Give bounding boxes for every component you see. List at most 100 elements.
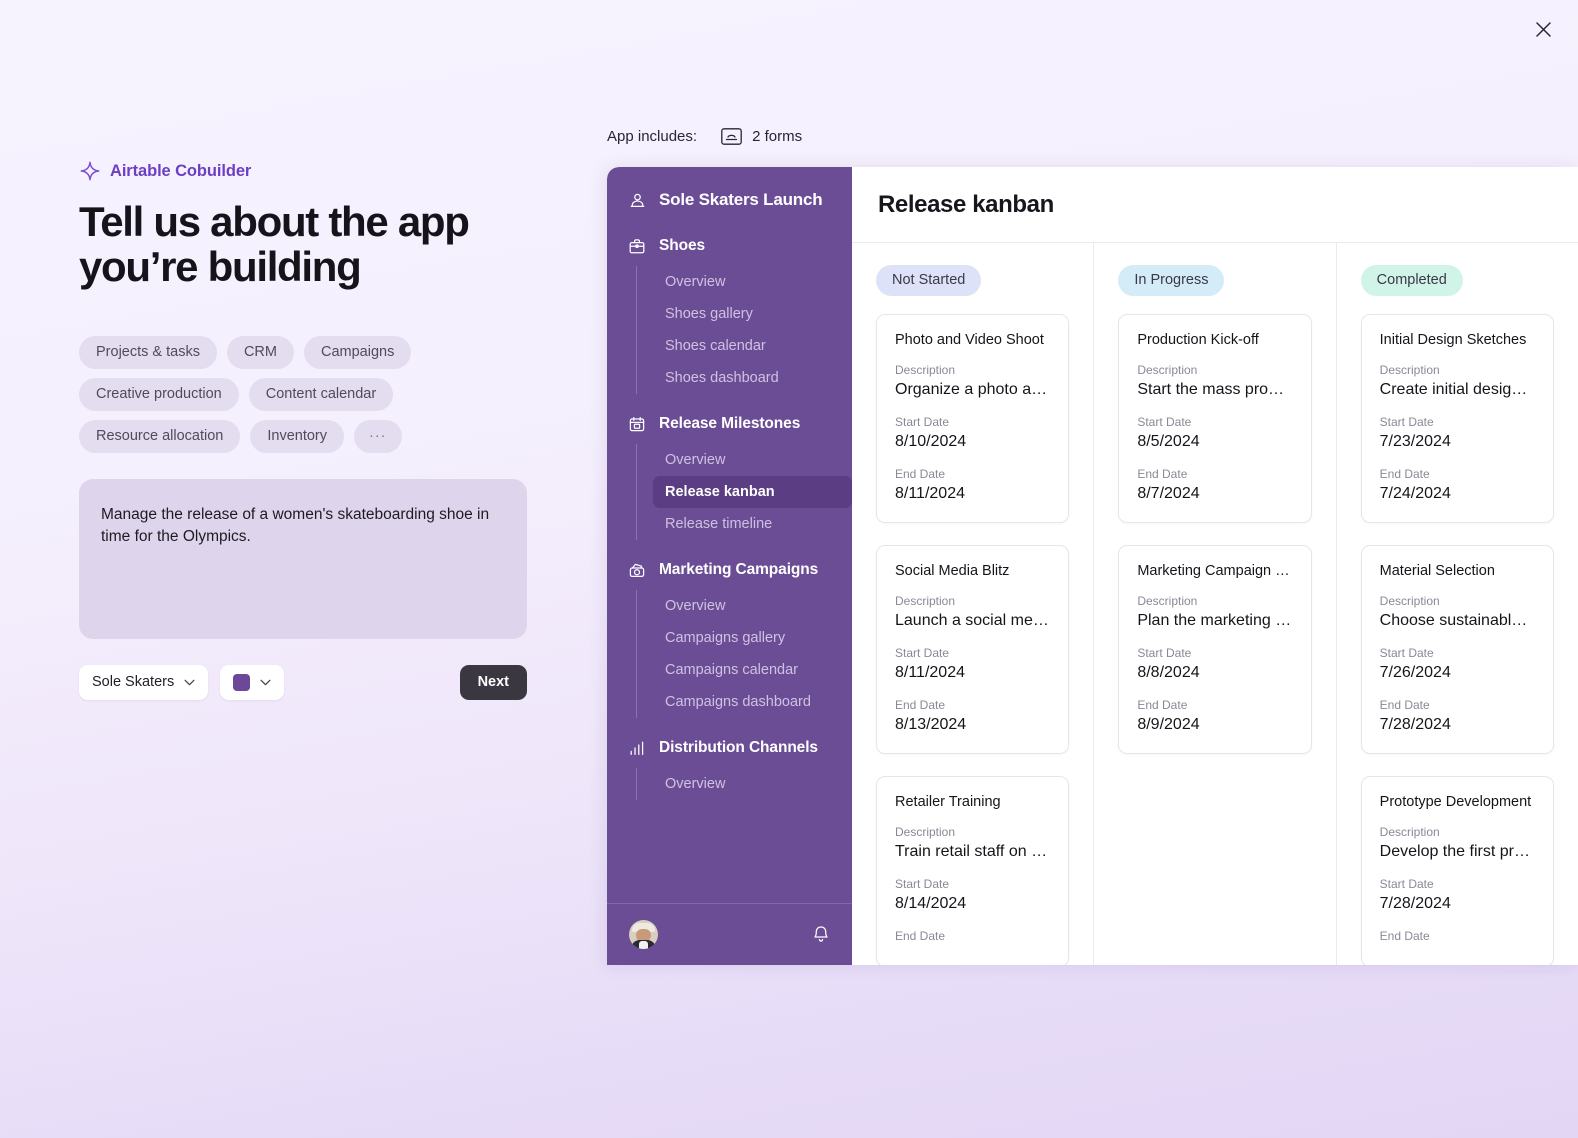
view-title: Release kanban bbox=[878, 190, 1054, 218]
workspace-name: Sole Skaters Launch bbox=[659, 190, 823, 209]
sidebar-item-shoes-gallery[interactable]: Shoes gallery bbox=[653, 298, 852, 330]
kanban-card[interactable]: Production Kick-off Description Start the … bbox=[1118, 314, 1312, 523]
kanban-card[interactable]: Prototype Development Description Develop … bbox=[1360, 776, 1554, 965]
description-label: Description bbox=[1137, 363, 1198, 377]
chevron-down-icon bbox=[184, 679, 195, 686]
kanban-card[interactable]: Photo and Video Shoot Description Organize… bbox=[876, 314, 1070, 523]
app-preview: Sole Skaters Launch Shoes Overview Shoes g… bbox=[607, 167, 1578, 965]
close-button[interactable] bbox=[1528, 14, 1558, 44]
sidebar-item-list: Overview Campaigns gallery Campaigns calen… bbox=[636, 590, 852, 718]
end-date-label: End Date bbox=[1379, 467, 1430, 481]
app-name-select[interactable]: Sole Skaters bbox=[79, 664, 209, 700]
kanban-card[interactable]: Marketing Campaign Plan... Description Pla… bbox=[1118, 545, 1312, 754]
start-date-value: 7/26/2024 bbox=[1379, 664, 1451, 681]
start-date-label: Start Date bbox=[1379, 877, 1434, 891]
sidebar-group-header[interactable]: Release Milestones bbox=[607, 410, 852, 438]
category-chip[interactable]: Content calendar bbox=[248, 377, 394, 411]
briefcase-icon bbox=[629, 239, 645, 254]
sidebar-item-overview[interactable]: Overview bbox=[653, 768, 852, 800]
sidebar-item-overview[interactable]: Overview bbox=[653, 266, 852, 298]
end-date-label: End Date bbox=[1379, 698, 1430, 712]
sidebar-group-label: Release Milestones bbox=[659, 415, 801, 432]
description-value: Organize a photo and ... bbox=[895, 381, 1051, 398]
sidebar-item-list: Overview Release kanban Release timeline bbox=[636, 444, 852, 540]
start-date-value: 8/11/2024 bbox=[895, 664, 965, 681]
category-chip[interactable]: ··· bbox=[354, 419, 402, 453]
kanban-board: Not Started Photo and Video Shoot Descript… bbox=[852, 243, 1578, 965]
sidebar-item-shoes-calendar[interactable]: Shoes calendar bbox=[653, 330, 852, 362]
kanban-column: Not Started Photo and Video Shoot Descript… bbox=[852, 243, 1095, 965]
description-label: Description bbox=[895, 363, 956, 377]
view-header: Release kanban bbox=[852, 167, 1578, 243]
calendar-icon bbox=[629, 416, 645, 432]
description-value: Start the mass produc... bbox=[1137, 381, 1293, 398]
start-date-value: 8/10/2024 bbox=[895, 433, 967, 450]
app-color-select[interactable] bbox=[220, 664, 285, 700]
sidebar-item-campaigns-calendar[interactable]: Campaigns calendar bbox=[653, 654, 852, 686]
category-chip[interactable]: Inventory bbox=[250, 419, 345, 453]
sidebar-group-header[interactable]: Marketing Campaigns bbox=[607, 556, 852, 584]
kanban-card[interactable]: Material Selection Description Choose sust… bbox=[1360, 545, 1554, 754]
category-chip[interactable]: Projects & tasks bbox=[79, 335, 217, 369]
sidebar-group: Release Milestones Overview Release kanban… bbox=[607, 410, 852, 540]
status-badge[interactable]: Not Started bbox=[876, 265, 982, 296]
sidebar-group-label: Shoes bbox=[659, 237, 706, 254]
sidebar-nav: Sole Skaters Launch Shoes Overview Shoes g… bbox=[607, 167, 852, 903]
start-date-label: Start Date bbox=[895, 415, 950, 429]
start-date-label: Start Date bbox=[1379, 415, 1434, 429]
kanban-card[interactable]: Retailer Training Description Train retail… bbox=[876, 776, 1070, 965]
sidebar-item-overview[interactable]: Overview bbox=[653, 590, 852, 622]
kanban-card[interactable]: Social Media Blitz Description Launch a so… bbox=[876, 545, 1070, 754]
category-chip-list: Projects & tasks CRM Campaigns Creative pro… bbox=[79, 335, 534, 453]
description-label: Description bbox=[895, 594, 956, 608]
start-date-value: 7/28/2024 bbox=[1379, 895, 1451, 912]
start-date-value: 8/14/2024 bbox=[895, 895, 967, 912]
form-icon bbox=[721, 128, 742, 145]
app-description-input[interactable] bbox=[79, 478, 527, 639]
description-value: Train retail staff on th... bbox=[895, 843, 1051, 860]
sidebar-group-header[interactable]: Shoes bbox=[607, 232, 852, 260]
start-date-label: Start Date bbox=[1137, 415, 1192, 429]
app-includes-row: App includes: 2 forms bbox=[607, 128, 802, 145]
description-label: Description bbox=[1379, 363, 1440, 377]
start-date-value: 8/5/2024 bbox=[1137, 433, 1200, 450]
status-badge[interactable]: Completed bbox=[1360, 265, 1463, 296]
kanban-column: In Progress Production Kick-off Descriptio… bbox=[1094, 243, 1337, 965]
description-value: Develop the first proto... bbox=[1379, 843, 1535, 860]
description-label: Description bbox=[895, 825, 956, 839]
kanban-column: Completed Initial Design Sketches Descript… bbox=[1337, 243, 1578, 965]
workspace-header[interactable]: Sole Skaters Launch bbox=[607, 181, 852, 216]
sidebar-group-header[interactable]: Distribution Channels bbox=[607, 734, 852, 762]
user-icon bbox=[630, 193, 645, 207]
category-chip[interactable]: Campaigns bbox=[303, 335, 412, 369]
description-label: Description bbox=[1137, 594, 1198, 608]
sidebar-item-overview[interactable]: Overview bbox=[653, 444, 852, 476]
status-badge[interactable]: In Progress bbox=[1118, 265, 1225, 296]
sidebar-item-release-timeline[interactable]: Release timeline bbox=[653, 508, 852, 540]
description-value: Launch a social media... bbox=[895, 612, 1051, 629]
end-date-label: End Date bbox=[895, 698, 946, 712]
description-value: Choose sustainable a... bbox=[1379, 612, 1535, 629]
avatar[interactable] bbox=[629, 920, 658, 949]
category-chip[interactable]: CRM bbox=[226, 335, 294, 369]
next-button[interactable]: Next bbox=[459, 664, 527, 700]
start-date-label: Start Date bbox=[1379, 646, 1434, 660]
card-title: Marketing Campaign Plan... bbox=[1137, 563, 1292, 579]
sidebar-item-campaigns-dashboard[interactable]: Campaigns dashboard bbox=[653, 686, 852, 718]
category-chip[interactable]: Creative production bbox=[79, 377, 239, 411]
app-includes-value: 2 forms bbox=[752, 128, 803, 145]
start-date-label: Start Date bbox=[1137, 646, 1192, 660]
app-main: Release kanban Not Started Photo and Vide… bbox=[852, 167, 1578, 965]
description-label: Description bbox=[1379, 825, 1440, 839]
sidebar-group-label: Marketing Campaigns bbox=[659, 561, 819, 578]
app-sidebar: Sole Skaters Launch Shoes Overview Shoes g… bbox=[607, 167, 852, 965]
sidebar-item-release-kanban[interactable]: Release kanban bbox=[653, 476, 852, 508]
notification-bell-icon[interactable] bbox=[812, 925, 830, 944]
sidebar-item-shoes-dashboard[interactable]: Shoes dashboard bbox=[653, 362, 852, 394]
category-chip[interactable]: Resource allocation bbox=[79, 419, 241, 453]
card-title: Prototype Development bbox=[1379, 794, 1532, 810]
sidebar-group-list: Shoes Overview Shoes gallery Shoes calendar… bbox=[607, 232, 852, 800]
card-title: Social Media Blitz bbox=[895, 563, 1010, 579]
kanban-card[interactable]: Initial Design Sketches Description Create… bbox=[1360, 314, 1554, 523]
sidebar-item-campaigns-gallery[interactable]: Campaigns gallery bbox=[653, 622, 852, 654]
